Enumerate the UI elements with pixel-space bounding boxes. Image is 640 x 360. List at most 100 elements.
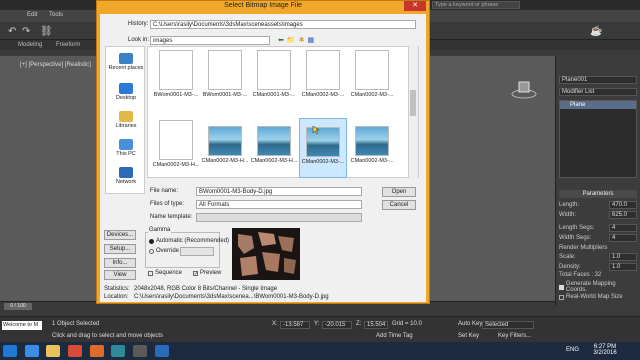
file-item[interactable]: CMan0002-M3-... <box>299 118 347 178</box>
preview-checkbox[interactable]: ✓ <box>193 270 198 276</box>
render-teapot-icon[interactable]: ☕ <box>590 26 602 37</box>
place-label: Libraries <box>115 123 137 129</box>
sequence-checkbox[interactable] <box>148 270 153 276</box>
real-world-label: Real-World Map Size <box>566 294 623 300</box>
word-icon[interactable] <box>154 345 169 357</box>
place-network[interactable]: Network <box>106 167 146 185</box>
file-name: CMan0002-M3-... <box>350 92 394 98</box>
open-button[interactable]: Open <box>382 187 416 197</box>
width-spinner[interactable]: 625.0 <box>609 210 637 219</box>
preview-label: Preview <box>200 270 222 276</box>
windows-taskbar: 6:27 PM 3/2/2016 ENG <box>0 342 640 360</box>
auto-key-button[interactable]: Auto Key <box>458 321 482 327</box>
clock-date: 3/2/2016 <box>593 350 617 356</box>
file-item[interactable]: CMan0002-M3-... <box>348 118 396 178</box>
statistics-value: 2048x2048, RGB Color 8 Bits/Channel - Si… <box>134 286 278 292</box>
tab-modeling[interactable]: Modeling <box>12 40 48 50</box>
menu-tools[interactable]: Tools <box>44 10 68 20</box>
real-world-checkbox[interactable] <box>559 294 564 300</box>
time-slider[interactable]: 0 / 100 <box>4 303 32 310</box>
file-item[interactable]: CMan0002-M3-H... <box>250 118 298 178</box>
x-coord-field[interactable]: -13.587 <box>280 321 310 329</box>
place-recent[interactable]: Recent places <box>106 53 146 71</box>
up-folder-icon[interactable]: 📁 <box>287 36 296 45</box>
info-button[interactable]: Info... <box>104 258 136 268</box>
dialog-close-button[interactable]: ✕ <box>404 1 426 11</box>
gamma-override-radio[interactable] <box>149 248 154 254</box>
gen-mapping-checkbox[interactable] <box>559 284 564 290</box>
viewport-label[interactable]: [+] [Perspective] [Realistic] <box>20 62 91 68</box>
tab-freeform[interactable]: Freeform <box>50 40 86 50</box>
file-name-input[interactable]: BWom0001-M3-Body-D.jpg <box>196 187 362 196</box>
files-of-type-label: Files of type: <box>150 201 185 207</box>
viewcube-icon[interactable] <box>510 78 538 100</box>
language-indicator[interactable]: ENG <box>566 347 579 353</box>
file-icon <box>159 50 193 90</box>
search-input[interactable]: Type a keyword or phrase <box>432 1 520 9</box>
modifier-stack-item[interactable]: Plane <box>560 101 636 109</box>
file-name: CMan0002-M3-H... <box>152 162 200 168</box>
network-icon <box>119 167 133 178</box>
file-item[interactable]: CMan0002-M3-H... <box>152 118 200 178</box>
length-spinner[interactable]: 470.0 <box>609 200 637 209</box>
app-icon[interactable] <box>133 345 148 357</box>
explorer-icon[interactable] <box>46 345 61 357</box>
y-coord-field[interactable]: -20.015 <box>322 321 352 329</box>
density-spinner[interactable]: 1.0 <box>609 262 637 271</box>
cancel-button[interactable]: Cancel <box>382 200 416 210</box>
file-item[interactable]: BWom0001-M3-... <box>201 48 249 108</box>
location-value: C:\Users\rasily\Documents\3dsMax\scenea.… <box>134 294 329 300</box>
file-item[interactable]: CMan0002-M3-... <box>299 48 347 108</box>
key-filters-button[interactable]: Key Filters... <box>498 333 531 339</box>
history-dropdown[interactable]: C:\Users\rasily\Documents\3dsMax\sceneas… <box>150 20 416 29</box>
bitmap-preview <box>232 228 300 280</box>
chrome-icon[interactable] <box>68 345 83 357</box>
file-icon <box>159 120 193 160</box>
image-thumbnail <box>257 126 291 156</box>
view-button[interactable]: View <box>104 270 136 280</box>
modifier-list-dropdown[interactable]: Modifier List <box>559 88 637 96</box>
maxscript-listener[interactable]: Welcome to M <box>2 321 42 330</box>
file-name: CMan0002-M3-... <box>301 92 345 98</box>
length-segs-label: Length Segs: <box>559 224 595 231</box>
back-icon[interactable]: ⬅ <box>278 36 284 45</box>
place-this-pc[interactable]: This PC <box>106 139 146 157</box>
place-libraries[interactable]: Libraries <box>106 111 146 129</box>
ie-icon[interactable] <box>24 345 39 357</box>
setup-button[interactable]: Setup... <box>104 244 136 254</box>
illustrator-icon[interactable] <box>89 345 104 357</box>
menu-edit[interactable]: Edit <box>22 10 42 20</box>
view-menu-icon[interactable]: ▦ <box>307 36 314 45</box>
redo-icon[interactable]: ↷ <box>22 26 32 37</box>
undo-icon[interactable]: ↶ <box>8 26 18 37</box>
scrollbar-thumb[interactable] <box>410 90 416 116</box>
length-segs-spinner[interactable]: 4 <box>609 223 637 232</box>
file-item[interactable]: CMan0001-M3-... <box>250 48 298 108</box>
prompt-hint: Click and drag to select and move object… <box>52 333 164 339</box>
new-folder-icon[interactable]: ✱ <box>299 36 305 45</box>
location-label: Location: <box>104 294 129 300</box>
object-name-field[interactable]: Plane001 <box>559 76 637 84</box>
file-item[interactable]: CMan0002-M3-H... <box>201 118 249 178</box>
gamma-override-label: Override <box>156 248 180 254</box>
files-of-type-dropdown[interactable]: All Formats <box>196 200 362 209</box>
add-time-tag[interactable]: Add Time Tag <box>376 333 413 339</box>
file-item[interactable]: BWom0001-M3-... <box>152 48 200 108</box>
file-item[interactable]: CMan0002-M3-... <box>348 48 396 108</box>
z-coord-field[interactable]: 15.504 <box>364 321 388 329</box>
width-segs-spinner[interactable]: 4 <box>609 233 637 242</box>
scale-spinner[interactable]: 1.0 <box>609 252 637 261</box>
image-thumbnail <box>355 126 389 156</box>
parameters-rollout[interactable]: Parameters <box>559 190 637 198</box>
devices-button[interactable]: Devices... <box>104 230 136 240</box>
selection-set-dropdown[interactable]: Selected <box>482 321 534 329</box>
gamma-auto-radio[interactable] <box>149 238 154 244</box>
command-panel: Plane001 Modifier List Plane Parameters … <box>555 56 640 306</box>
look-in-dropdown[interactable]: images <box>150 36 270 45</box>
3dsmax-icon[interactable] <box>111 345 126 357</box>
mouse-cursor-icon <box>312 125 320 135</box>
set-key-button[interactable]: Set Key <box>458 333 479 339</box>
link-icon[interactable]: ⛓ <box>40 26 53 37</box>
place-desktop[interactable]: Desktop <box>106 83 146 101</box>
start-button[interactable] <box>3 345 17 357</box>
